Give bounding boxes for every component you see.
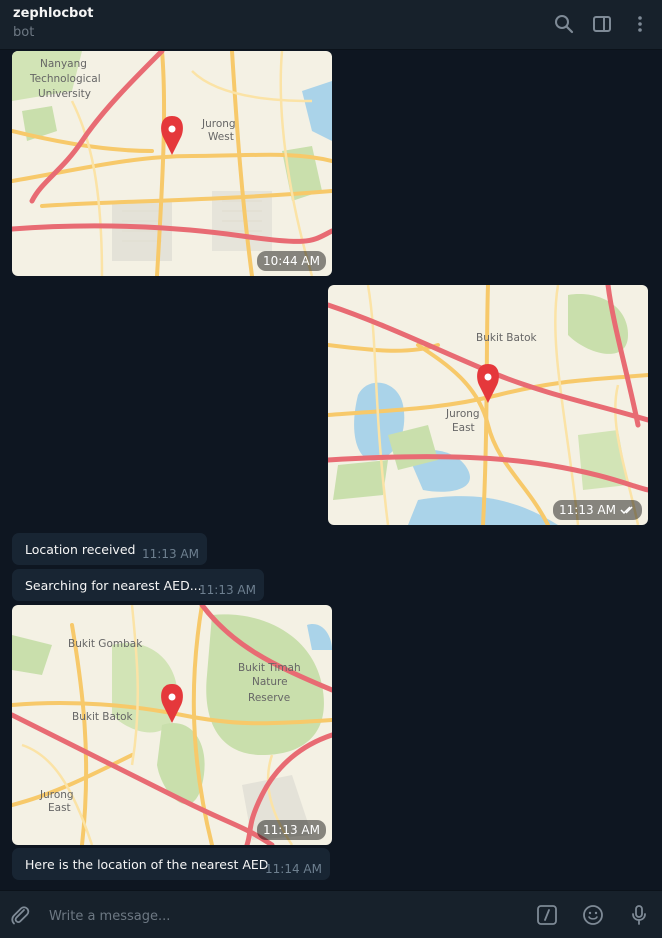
message-text: Searching for nearest AED... [25,578,202,593]
more-vertical-icon[interactable] [628,12,652,36]
message-input[interactable] [49,906,509,926]
location-map-message[interactable]: Bukit Batok Jurong East 11:13 AM [328,285,648,525]
text-message[interactable]: Here is the location of the nearest AED … [12,848,330,880]
text-message[interactable]: Location received 11:13 AM [12,533,207,565]
map-label: Nanyang [40,58,87,70]
message-time: 10:44 AM [257,251,326,271]
chat-status: bot [13,25,35,40]
sidebar-toggle-icon[interactable] [590,12,614,36]
location-map-message[interactable]: Bukit Gombak Bukit Timah Nature Reserve … [12,605,332,845]
map-label: Technological [29,73,101,85]
microphone-icon[interactable] [627,903,651,927]
map-label: Reserve [248,692,290,704]
message-time: 11:13 AM [142,547,199,561]
map-label: Bukit Batok [72,711,133,723]
paperclip-icon[interactable] [8,903,32,927]
message-list[interactable]: Nanyang Technological University Jurong … [0,51,662,890]
map-label: Nature [252,676,288,688]
search-icon[interactable] [552,12,576,36]
bot-command-icon[interactable] [535,903,559,927]
map-image: Bukit Batok Jurong East [328,285,648,525]
map-label: Bukit Gombak [68,638,143,650]
text-message[interactable]: Searching for nearest AED... 11:13 AM [12,569,264,601]
map-label: University [38,88,91,100]
chat-title[interactable]: zephlocbot [13,6,94,21]
message-text: Here is the location of the nearest AED [25,857,269,872]
map-label: East [48,802,71,814]
map-label: West [208,131,234,143]
message-text: Location received [25,542,136,557]
emoji-icon[interactable] [581,903,605,927]
map-image: Nanyang Technological University Jurong … [12,51,332,276]
map-label: East [452,422,475,434]
message-time: 11:13 AM [257,820,326,840]
map-image: Bukit Gombak Bukit Timah Nature Reserve … [12,605,332,845]
chat-header: zephlocbot bot [0,0,662,50]
message-time: 11:14 AM [265,862,322,876]
map-label: Jurong [39,789,74,801]
map-label: Bukit Timah [238,662,301,674]
message-time: 11:13 AM [553,500,642,520]
message-time: 11:13 AM [199,583,256,597]
map-label: Bukit Batok [476,332,537,344]
location-map-message[interactable]: Nanyang Technological University Jurong … [12,51,332,276]
map-label: Jurong [445,408,480,420]
message-composer [0,890,662,938]
double-check-icon [620,506,633,515]
map-label: Jurong [201,118,236,130]
